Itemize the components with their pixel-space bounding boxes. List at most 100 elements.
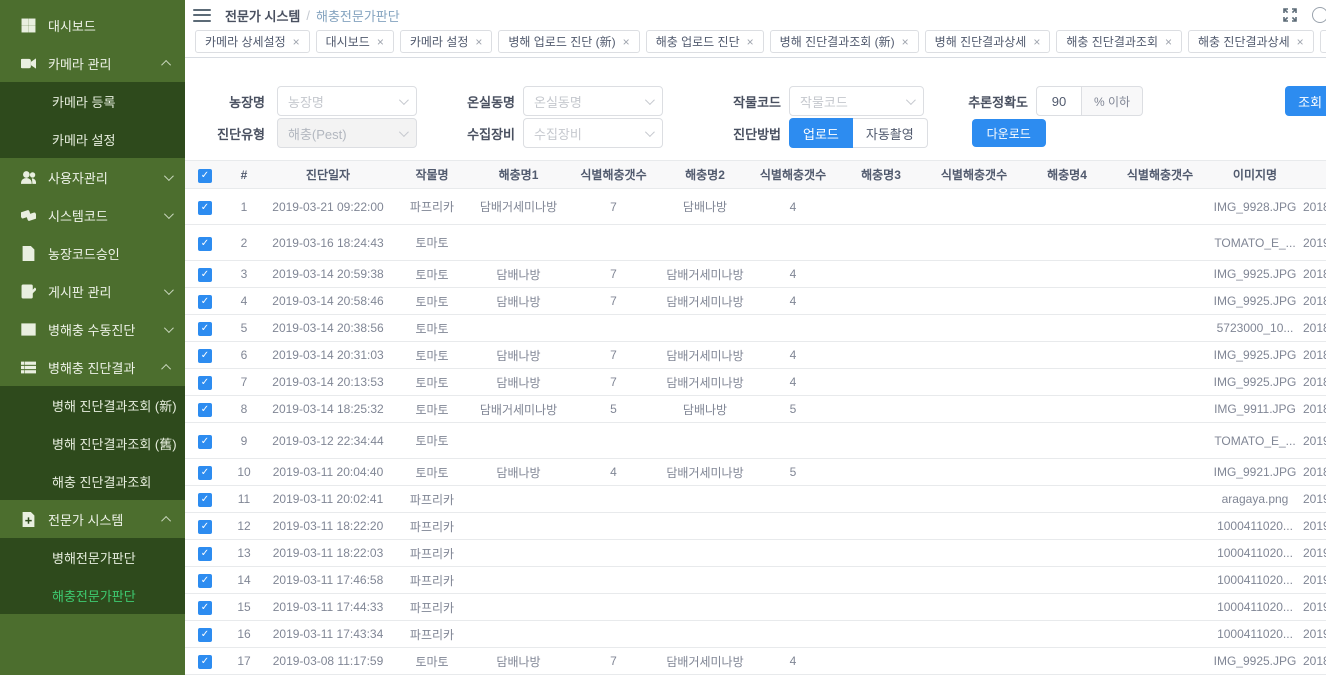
table-cell: 7	[566, 288, 661, 315]
row-checkbox[interactable]: ✓	[198, 493, 212, 507]
tab-10[interactable]: 병해전문가판단×	[1320, 30, 1326, 53]
sidebar-item-disease-result-old[interactable]: 병해 진단결과조회 (舊)	[0, 424, 185, 462]
sidebar-item-disease-expert-judgment[interactable]: 병해전문가판단	[0, 538, 185, 576]
sidebar-item-camera-settings[interactable]: 카메라 설정	[0, 120, 185, 158]
row-checkbox[interactable]: ✓	[198, 574, 212, 588]
fullscreen-icon[interactable]	[1282, 7, 1298, 23]
sidebar-submenu: 병해 진단결과조회 (新)병해 진단결과조회 (舊)해충 진단결과조회	[0, 386, 185, 500]
table-cell	[1023, 261, 1111, 288]
row-checkbox[interactable]: ✓	[198, 237, 212, 251]
menu-toggle-icon[interactable]	[193, 9, 211, 22]
sidebar-item-disease-result-new[interactable]: 병해 진단결과조회 (新)	[0, 386, 185, 424]
table-cell	[471, 513, 566, 540]
diagnosis-type-select[interactable]: 해충(Pest)	[277, 118, 417, 148]
sidebar-item-pest-diagnosis-result[interactable]: 병해충 진단결과	[0, 348, 185, 386]
select-all-checkbox[interactable]: ✓	[198, 169, 212, 183]
table-cell: 토마토	[393, 315, 471, 342]
clipped-header-icon[interactable]	[1312, 7, 1326, 23]
table-cell: 2019-03-21 09:22:00	[263, 189, 393, 225]
method-autocapture-button[interactable]: 자동촬영	[853, 118, 928, 148]
table-cell	[661, 315, 749, 342]
sidebar-item-user-management[interactable]: 사용자관리	[0, 158, 185, 196]
table-cell: 담배거세미나방	[661, 648, 749, 675]
tab-5[interactable]: 해충 업로드 진단×	[646, 30, 764, 53]
table-row: ✓82019-03-14 18:25:32토마토담배거세미나방5담배나방5IMG…	[185, 396, 1326, 423]
table-cell: 5	[749, 396, 837, 423]
row-checkbox[interactable]: ✓	[198, 295, 212, 309]
sidebar-item-farm-code-approval[interactable]: 농장코드승인	[0, 234, 185, 272]
sidebar-item-camera-management[interactable]: 카메라 관리	[0, 44, 185, 82]
row-checkbox[interactable]: ✓	[198, 268, 212, 282]
row-checkbox[interactable]: ✓	[198, 547, 212, 561]
tab-close-icon[interactable]: ×	[623, 35, 630, 49]
row-checkbox[interactable]: ✓	[198, 322, 212, 336]
table-cell	[661, 621, 749, 648]
tab-close-icon[interactable]: ×	[747, 35, 754, 49]
device-select[interactable]: 수집장비	[523, 118, 663, 148]
table-cell: 17	[225, 648, 263, 675]
sidebar-item-dashboard[interactable]: 대시보드	[0, 6, 185, 44]
sidebar-item-pest-result-view[interactable]: 해충 진단결과조회	[0, 462, 185, 500]
row-checkbox-cell: ✓	[185, 189, 225, 225]
tab-8[interactable]: 해충 진단결과조회×	[1056, 30, 1182, 53]
farm-name-select[interactable]: 농장명	[277, 86, 417, 116]
table-cell: 담배나방	[471, 459, 566, 486]
greenhouse-select[interactable]: 온실동명	[523, 86, 663, 116]
table-header-row: ✓#진단일자작물명해충명1식별해충갯수해충명2식별해충갯수해충명3식별해충갯수해…	[185, 161, 1326, 189]
row-checkbox[interactable]: ✓	[198, 628, 212, 642]
diagnosis-method-toggle: 업로드 자동촬영	[789, 118, 928, 148]
table-cell: 4	[225, 288, 263, 315]
download-button[interactable]: 다운로드	[972, 119, 1046, 147]
sidebar-item-pest-manual-diagnosis[interactable]: 병해충 수동진단	[0, 310, 185, 348]
table-row: ✓22019-03-16 18:24:43토마토TOMATO_E_...2019	[185, 225, 1326, 261]
tab-7[interactable]: 병해 진단결과상세×	[925, 30, 1051, 53]
sidebar-item-label: 농장코드승인	[48, 244, 171, 263]
tab-close-icon[interactable]: ×	[902, 35, 909, 49]
table-cell	[925, 648, 1023, 675]
method-upload-button[interactable]: 업로드	[789, 118, 853, 148]
row-checkbox-cell: ✓	[185, 567, 225, 594]
table-cell: 13	[225, 540, 263, 567]
table-cell	[566, 513, 661, 540]
row-checkbox[interactable]: ✓	[198, 655, 212, 669]
table-cell: 담배거세미나방	[471, 396, 566, 423]
tab-close-icon[interactable]: ×	[377, 35, 384, 49]
table-row: ✓122019-03-11 18:22:20파프리카1000411020...2…	[185, 513, 1326, 540]
sidebar-item-system-code[interactable]: 시스템코드	[0, 196, 185, 234]
sidebar-item-board-management[interactable]: 게시판 관리	[0, 272, 185, 310]
tab-close-icon[interactable]: ×	[293, 35, 300, 49]
table-cell	[837, 261, 925, 288]
row-checkbox[interactable]: ✓	[198, 376, 212, 390]
crop-code-select[interactable]: 작물코드	[789, 86, 924, 116]
row-checkbox[interactable]: ✓	[198, 466, 212, 480]
table-cell: 파프리카	[393, 621, 471, 648]
row-checkbox[interactable]: ✓	[198, 601, 212, 615]
row-checkbox[interactable]: ✓	[198, 435, 212, 449]
row-checkbox[interactable]: ✓	[198, 403, 212, 417]
filter-row-1: 농장명 농장명 온실동명 온실동명 작물코드 작물코드 추론정확도	[193, 86, 1326, 116]
sidebar-item-camera-register[interactable]: 카메라 등록	[0, 82, 185, 120]
tab-close-icon[interactable]: ×	[1165, 35, 1172, 49]
tab-3[interactable]: 카메라 설정×	[400, 30, 493, 53]
table-row: ✓62019-03-14 20:31:03토마토담배나방7담배거세미나방4IMG…	[185, 342, 1326, 369]
tab-2[interactable]: 대시보드×	[316, 30, 394, 53]
tab-close-icon[interactable]: ×	[475, 35, 482, 49]
row-checkbox[interactable]: ✓	[198, 201, 212, 215]
table-cell	[1111, 369, 1209, 396]
table-cell: IMG_9925.JPG	[1209, 369, 1301, 396]
tab-1[interactable]: 카메라 상세설정×	[195, 30, 310, 53]
tab-close-icon[interactable]: ×	[1033, 35, 1040, 49]
row-checkbox-cell: ✓	[185, 225, 225, 261]
accuracy-input[interactable]	[1036, 86, 1082, 116]
search-button[interactable]: 조회	[1285, 86, 1326, 116]
header-checkbox-cell: ✓	[185, 161, 225, 189]
row-checkbox[interactable]: ✓	[198, 520, 212, 534]
sidebar-item-pest-expert-judgment[interactable]: 해충전문가판단	[0, 576, 185, 614]
table-cell: 담배나방	[471, 648, 566, 675]
sidebar-item-expert-system[interactable]: 전문가 시스템	[0, 500, 185, 538]
row-checkbox[interactable]: ✓	[198, 349, 212, 363]
tab-4[interactable]: 병해 업로드 진단 (新)×	[498, 30, 639, 53]
tab-close-icon[interactable]: ×	[1297, 35, 1304, 49]
tab-6[interactable]: 병해 진단결과조회 (新)×	[770, 30, 919, 53]
tab-9[interactable]: 해충 진단결과상세×	[1188, 30, 1314, 53]
